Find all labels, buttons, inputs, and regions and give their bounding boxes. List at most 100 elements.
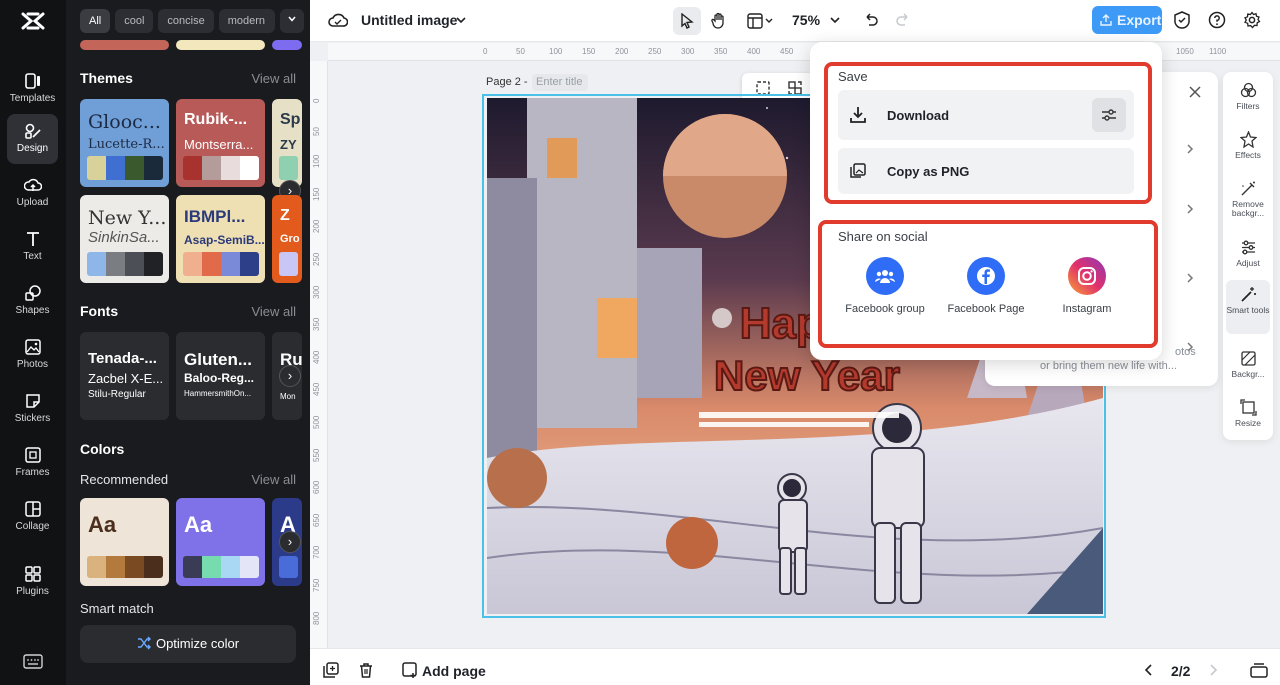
cloud-upload-icon xyxy=(23,178,42,191)
document-title[interactable]: Untitled image xyxy=(361,12,457,28)
background-icon xyxy=(1240,351,1256,366)
theme-swatches xyxy=(183,252,259,276)
rail-stickers[interactable]: Stickers xyxy=(7,384,58,434)
download-settings-button[interactable] xyxy=(1092,98,1126,132)
theme-card-subfont: ZY xyxy=(280,137,297,152)
close-icon[interactable] xyxy=(1189,86,1201,98)
share-facebook-group[interactable]: Facebook group xyxy=(845,257,925,315)
rail-design[interactable]: Design xyxy=(7,114,58,164)
undo-icon[interactable] xyxy=(863,12,879,28)
chevron-right-icon[interactable] xyxy=(1185,203,1195,215)
theme-swatches xyxy=(183,156,259,180)
facebook-group-icon xyxy=(866,257,904,295)
tool-resize[interactable]: Resize xyxy=(1226,399,1270,428)
template-card-partial[interactable] xyxy=(272,40,302,50)
ruler-tick-label: 350 xyxy=(714,47,728,56)
font-card[interactable]: Tenada-... Zacbel X-E... Stilu-Regular xyxy=(80,332,169,420)
share-instagram[interactable]: Instagram xyxy=(1047,257,1127,315)
theme-card[interactable]: IBMPl... Asap-SemiB... xyxy=(176,195,265,283)
fonts-view-all[interactable]: View all xyxy=(251,304,296,319)
chevron-down-icon[interactable] xyxy=(455,15,467,25)
export-popover: Save Download Copy as PNG Share on socia… xyxy=(810,42,1162,360)
tool-remove-background[interactable]: Remove backgr... xyxy=(1226,180,1270,218)
rail-shapes-label: Shapes xyxy=(15,305,50,316)
rail-text[interactable]: Text xyxy=(7,222,58,272)
chevron-right-icon[interactable] xyxy=(1185,143,1195,155)
layout-button[interactable] xyxy=(742,7,778,35)
select-tool-button[interactable] xyxy=(673,7,701,35)
save-section-title: Save xyxy=(838,69,868,84)
rail-collage[interactable]: Collage xyxy=(7,492,58,542)
shield-check-icon[interactable] xyxy=(1173,11,1191,29)
chevron-right-icon[interactable] xyxy=(1208,663,1218,677)
color-palette-card[interactable]: Aa xyxy=(176,498,265,586)
settings-gear-icon[interactable] xyxy=(1243,11,1261,29)
tool-filters[interactable]: Filters xyxy=(1226,82,1270,111)
theme-card[interactable]: Z Gro xyxy=(272,195,302,283)
redo-icon[interactable] xyxy=(895,12,911,28)
ruler-tick-label: 750 xyxy=(312,578,321,592)
chip-modern[interactable]: modern xyxy=(218,9,275,33)
cloud-icon[interactable] xyxy=(328,11,348,29)
chip-all[interactable]: All xyxy=(80,9,111,33)
help-icon[interactable] xyxy=(1208,11,1226,29)
download-icon xyxy=(850,107,866,123)
theme-card[interactable]: Glooc... Lucette-R... xyxy=(80,99,169,187)
share-facebook-page[interactable]: Facebook Page xyxy=(946,257,1026,315)
tool-adjust[interactable]: Adjust xyxy=(1226,239,1270,268)
rail-shapes[interactable]: Shapes xyxy=(7,276,58,326)
chip-concise[interactable]: concise xyxy=(158,9,214,33)
chips-expand-button[interactable] xyxy=(279,9,304,33)
theme-card-font: IBMPl... xyxy=(184,207,246,226)
themes-view-all[interactable]: View all xyxy=(251,71,296,86)
font-card[interactable]: Gluten... Baloo-Reg... HammersmithOn... xyxy=(176,332,265,420)
rail-frames[interactable]: Frames xyxy=(7,438,58,488)
font-tertiary: Mon xyxy=(280,392,296,401)
optimize-color-button[interactable]: Optimize color xyxy=(80,625,296,663)
rail-templates[interactable]: Templates xyxy=(7,64,58,114)
colors-next-button[interactable]: › xyxy=(279,531,301,553)
theme-card-subfont: Asap-SemiB... xyxy=(184,233,265,247)
copy-png-option[interactable]: Copy as PNG xyxy=(838,148,1134,194)
ruler-tick-label: 50 xyxy=(312,126,321,136)
tool-smart-tools[interactable]: Smart tools xyxy=(1226,280,1270,334)
chip-cool[interactable]: cool xyxy=(115,9,154,33)
theme-card[interactable]: Sp ZY xyxy=(272,99,302,187)
duplicate-page-icon[interactable] xyxy=(323,662,339,678)
tool-background[interactable]: Backgr... xyxy=(1226,350,1270,379)
rail-upload[interactable]: Upload xyxy=(7,168,58,218)
hand-tool-button[interactable] xyxy=(705,7,733,35)
add-page-button[interactable]: Add page xyxy=(422,663,486,679)
export-label: Export xyxy=(1117,12,1162,28)
chevron-right-icon[interactable] xyxy=(1185,272,1195,284)
rail-photos[interactable]: Photos xyxy=(7,330,58,380)
rail-plugins-label: Plugins xyxy=(16,586,49,597)
download-option[interactable]: Download xyxy=(838,90,1134,140)
effects-icon xyxy=(1239,131,1257,148)
fonts-next-button[interactable]: › xyxy=(279,365,301,387)
theme-card[interactable]: Rubik-... Montserra... xyxy=(176,99,265,187)
collage-icon xyxy=(24,501,41,517)
rail-plugins[interactable]: Plugins xyxy=(7,557,58,607)
add-page-icon[interactable] xyxy=(402,662,418,678)
app-logo-icon[interactable] xyxy=(20,8,46,34)
trash-icon[interactable] xyxy=(358,662,374,678)
theme-card[interactable]: New Y... SinkinSa... xyxy=(80,195,169,283)
color-palette-card[interactable]: Aa xyxy=(80,498,169,586)
template-card-partial[interactable] xyxy=(176,40,265,50)
tool-effects[interactable]: Effects xyxy=(1226,131,1270,160)
frames-icon xyxy=(24,447,41,463)
template-card-partial[interactable] xyxy=(80,40,169,50)
zoom-level[interactable]: 75% xyxy=(792,12,820,28)
recommended-label: Recommended xyxy=(80,472,169,487)
palette-sample-text: Aa xyxy=(184,512,213,537)
colors-view-all[interactable]: View all xyxy=(251,472,296,487)
page-title-input[interactable]: Enter title xyxy=(532,74,588,91)
hand-icon xyxy=(711,12,724,29)
share-section-title: Share on social xyxy=(838,229,928,244)
chevron-down-icon[interactable] xyxy=(829,15,841,25)
export-button[interactable]: Export xyxy=(1092,6,1162,34)
chevron-left-icon[interactable] xyxy=(1144,663,1154,677)
keyboard-icon[interactable] xyxy=(23,654,43,670)
pages-panel-icon[interactable] xyxy=(1250,662,1268,678)
